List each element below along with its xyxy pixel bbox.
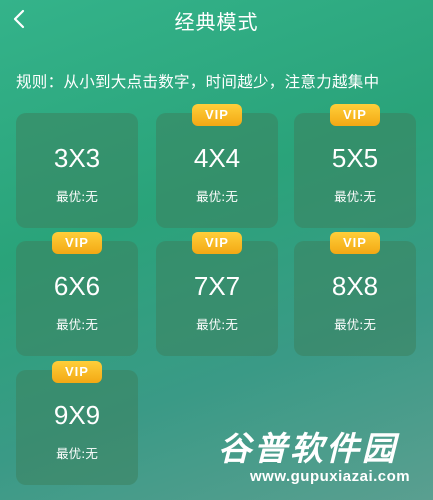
vip-badge: VIP: [52, 361, 102, 383]
vip-badge: VIP: [192, 104, 242, 126]
best-record: 最优:无: [334, 317, 376, 332]
page-title: 经典模式: [174, 10, 259, 34]
level-card-4x4[interactable]: VIP 4X4 最优:无: [156, 104, 278, 228]
grid-size-label: 5X5: [331, 143, 379, 173]
grid-size-label: 7X7: [193, 271, 241, 301]
watermark-text: 谷普软件园: [218, 429, 398, 468]
vip-badge: VIP: [330, 104, 380, 126]
best-record: 最优:无: [196, 189, 238, 204]
watermark: 谷普软件园 www.gupuxiazai.com: [212, 420, 430, 498]
best-record: 最优:无: [56, 189, 98, 204]
level-card-6x6[interactable]: VIP 6X6 最优:无: [16, 232, 138, 356]
vip-badge: VIP: [52, 232, 102, 254]
level-card-5x5[interactable]: VIP 5X5 最优:无: [294, 104, 416, 228]
level-card-3x3[interactable]: 3X3 最优:无: [16, 113, 138, 228]
grid-size-label: 4X4: [193, 143, 241, 173]
level-card-8x8[interactable]: VIP 8X8 最优:无: [294, 232, 416, 356]
grid-size-label: 6X6: [53, 271, 101, 301]
best-record: 最优:无: [56, 446, 98, 461]
best-record: 最优:无: [196, 317, 238, 332]
level-card-7x7[interactable]: VIP 7X7 最优:无: [156, 232, 278, 356]
vip-badge: VIP: [330, 232, 380, 254]
grid-size-label: 8X8: [331, 271, 379, 301]
header-bar: 经典模式: [0, 0, 433, 40]
rules-text: 规则：从小到大点击数字，时间越少，注意力越集中: [16, 73, 380, 91]
best-record: 最优:无: [334, 189, 376, 204]
grid-size-label: 3X3: [53, 143, 101, 173]
watermark-url: www.gupuxiazai.com: [250, 468, 411, 485]
best-record: 最优:无: [56, 317, 98, 332]
level-card-9x9[interactable]: VIP 9X9 最优:无: [16, 361, 138, 485]
vip-badge: VIP: [192, 232, 242, 254]
grid-size-label: 9X9: [53, 400, 101, 430]
